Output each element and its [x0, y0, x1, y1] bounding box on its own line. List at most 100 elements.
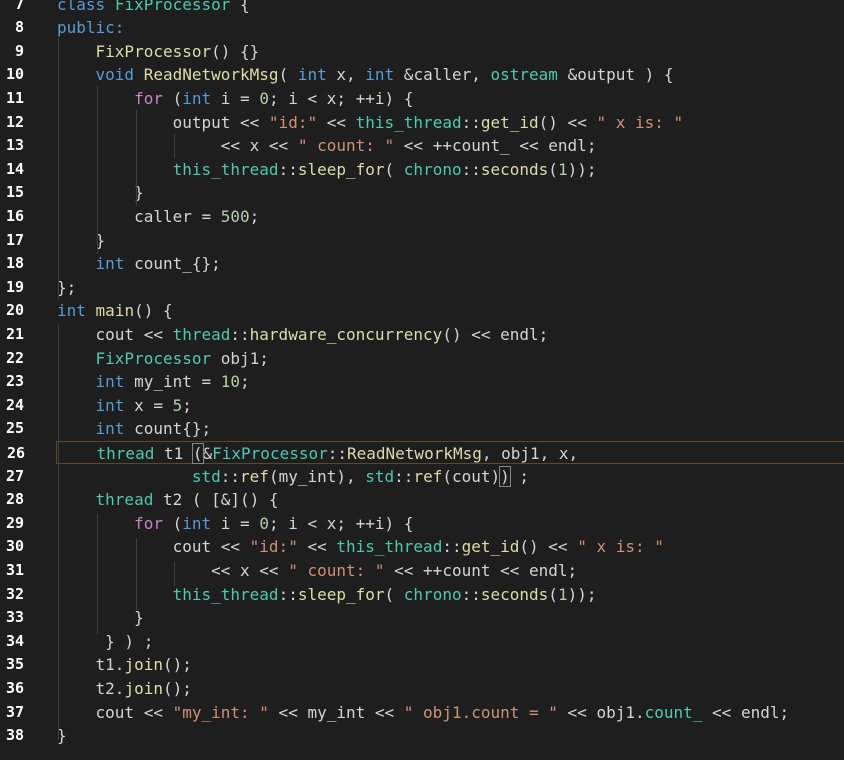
- code-token: get_id: [461, 537, 520, 557]
- code-line[interactable]: 9 FixProcessor() {}: [0, 40, 844, 64]
- code-token: 500: [220, 206, 250, 226]
- code-line[interactable]: 15 }: [0, 181, 844, 205]
- code-token: int: [182, 513, 212, 533]
- code-token: };: [57, 277, 77, 297]
- code-token: " obj1.count = ": [403, 702, 558, 722]
- code-token: " x is: ": [596, 112, 684, 132]
- code-token: ::: [220, 466, 241, 486]
- code-token: 0: [259, 513, 269, 533]
- code-token: << my_int <<: [268, 702, 404, 722]
- indent-guide: [136, 110, 137, 206]
- code-line[interactable]: 19};: [0, 276, 844, 300]
- code-line[interactable]: 16 caller = 500;: [0, 205, 844, 229]
- code-token: ::: [278, 159, 298, 179]
- code-text: FixProcessor obj1;: [57, 347, 269, 371]
- indent-guide: [97, 86, 98, 254]
- code-token: () <<: [538, 112, 597, 132]
- code-token: ::: [230, 324, 250, 344]
- code-token: (cout): [442, 466, 501, 486]
- code-token: seconds: [480, 159, 549, 179]
- line-number: 31: [5, 560, 24, 579]
- code-line[interactable]: 14 this_thread::sleep_for( chrono::secon…: [0, 158, 844, 182]
- code-line[interactable]: 11 for (int i = 0; i < x; ++i) {: [0, 87, 844, 111]
- code-token: <<: [297, 537, 337, 557]
- code-line[interactable]: 12 output << "id:" << this_thread::get_i…: [0, 111, 844, 135]
- code-line[interactable]: 23 int my_int = 10;: [0, 370, 844, 394]
- code-line[interactable]: 10 void ReadNetworkMsg( int x, int &call…: [0, 63, 844, 87]
- code-token: ;: [240, 372, 250, 392]
- code-token: ));: [567, 584, 597, 604]
- code-token: "id:": [268, 112, 318, 132]
- code-line[interactable]: 37 cout << "my_int: " << my_int << " obj…: [0, 701, 844, 725]
- code-token: this_thread: [336, 537, 443, 557]
- code-token: << x <<: [57, 136, 298, 156]
- code-editor[interactable]: 7 class FixProcessor {8 public: 9 FixProces…: [0, 0, 844, 760]
- line-number: 17: [5, 230, 24, 249]
- code-line[interactable]: 18 int count_{};: [0, 252, 844, 276]
- code-text: thread t1 (&FixProcessor::ReadNetworkMsg…: [58, 442, 578, 466]
- code-line[interactable]: 25 int count{};: [0, 417, 844, 441]
- code-text: t2.join();: [57, 677, 192, 701]
- code-line[interactable]: 20 int main() {: [0, 299, 844, 323]
- line-number: 28: [5, 490, 24, 509]
- code-token: () << endl;: [442, 324, 549, 344]
- code-text: void ReadNetworkMsg( int x, int &caller,…: [57, 63, 674, 87]
- code-line[interactable]: 17 }: [0, 229, 844, 253]
- code-token: hardware_concurrency: [249, 324, 443, 344]
- code-text: cout << "id:" << this_thread::get_id() <…: [57, 535, 664, 559]
- code-token: int: [182, 88, 212, 108]
- code-token: (: [278, 65, 298, 85]
- code-token: (: [384, 159, 404, 179]
- code-token: x =: [124, 395, 173, 415]
- code-token: int: [95, 395, 125, 415]
- code-line[interactable]: 38}: [0, 724, 844, 748]
- code-line[interactable]: 34 } ) ;: [0, 630, 844, 654]
- code-token: int: [95, 419, 125, 439]
- code-token: my_int =: [124, 372, 221, 392]
- line-number: 20: [5, 301, 24, 320]
- code-token: (: [191, 442, 204, 464]
- line-number: 19: [5, 277, 24, 296]
- code-token: t1: [154, 443, 193, 463]
- line-number: 35: [5, 655, 24, 674]
- line-number: 18: [5, 254, 24, 273]
- code-text: };: [57, 276, 76, 300]
- line-number: 8: [14, 18, 24, 37]
- code-line[interactable]: 32 this_thread::sleep_for( chrono::secon…: [0, 583, 844, 607]
- code-text: int count_{};: [57, 252, 221, 276]
- code-token: sleep_for: [297, 584, 385, 604]
- code-line[interactable]: 27 std::ref(my_int), std::ref(cout)) ;: [0, 465, 844, 489]
- code-line[interactable]: 21 cout << thread::hardware_concurrency(…: [0, 323, 844, 347]
- code-token: 1: [557, 159, 568, 179]
- code-line[interactable]: 35 t1.join();: [0, 653, 844, 677]
- indent-guide: [58, 324, 59, 740]
- code-line[interactable]: 22 FixProcessor obj1;: [0, 347, 844, 371]
- code-line[interactable]: 36 t2.join();: [0, 677, 844, 701]
- code-line[interactable]: 7 class FixProcessor {: [0, 0, 844, 16]
- code-token: {: [230, 0, 250, 14]
- code-line[interactable]: 30 cout << "id:" << this_thread::get_id(…: [0, 535, 844, 559]
- code-line[interactable]: 33 }: [0, 606, 844, 630]
- code-line[interactable]: 29 for (int i = 0; i < x; ++i) {: [0, 512, 844, 536]
- code-line[interactable]: 8 public:: [0, 16, 844, 40]
- code-line[interactable]: 26 thread t1 (&FixProcessor::ReadNetwork…: [7, 440, 844, 466]
- code-text: output << "id:" << this_thread::get_id()…: [57, 111, 684, 135]
- code-text: thread t2 ( [&]() {: [57, 488, 279, 512]
- code-text: } ) ;: [57, 630, 153, 654]
- code-token: join: [124, 678, 163, 698]
- code-token: count{};: [124, 419, 212, 439]
- code-token: int: [95, 372, 125, 392]
- code-line[interactable]: 13 << x << " count: " << ++count_ << end…: [0, 134, 844, 158]
- code-text: int main() {: [57, 299, 173, 323]
- indent-guide: [174, 134, 175, 158]
- code-line[interactable]: 28 thread t2 ( [&]() {: [0, 488, 844, 512]
- code-token: x,: [326, 65, 366, 85]
- code-line[interactable]: 31 << x << " count: " << ++count << endl…: [0, 559, 844, 583]
- code-token: ::: [394, 466, 414, 486]
- code-line[interactable]: 24 int x = 5;: [0, 394, 844, 418]
- line-number: 7: [14, 0, 24, 13]
